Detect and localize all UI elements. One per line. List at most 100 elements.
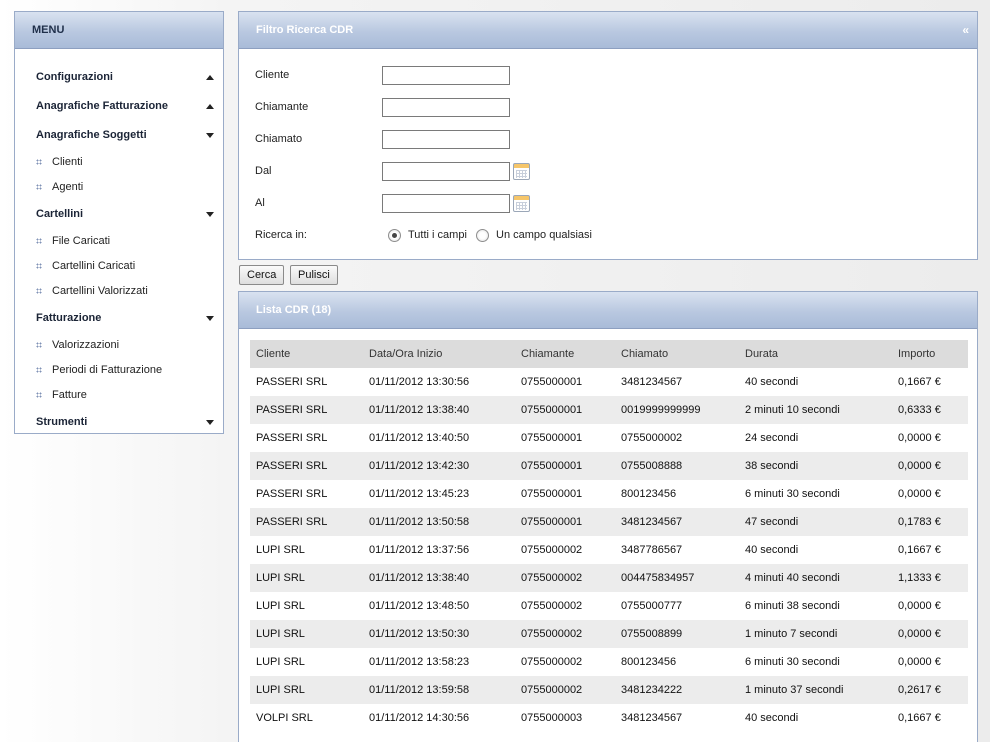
bullet-icon xyxy=(36,159,42,165)
table-cell: 0755000002 xyxy=(521,656,583,668)
table-cell: LUPI SRL xyxy=(250,620,363,648)
calendar-icon[interactable] xyxy=(513,195,530,212)
table-row[interactable]: LUPI SRL 01/11/2012 13:37:56 0755000002 348… xyxy=(250,536,968,564)
column-header-data-ora-inizio[interactable]: Data/Ora Inizio xyxy=(363,340,515,368)
table-cell: PASSERI SRL xyxy=(250,508,363,536)
table-row[interactable]: PASSERI SRL 01/11/2012 13:38:40 0755000001… xyxy=(250,396,968,424)
menu-item-clienti[interactable]: Clienti xyxy=(15,150,223,175)
table-row[interactable]: PASSERI SRL 01/11/2012 13:30:56 0755000001… xyxy=(250,368,968,396)
table-cell: 0755000001 xyxy=(521,488,583,500)
table-cell: 3481234567 xyxy=(615,508,739,536)
bullet-icon xyxy=(36,238,42,244)
radio-un-campo-qualsiasi-label: Un campo qualsiasi xyxy=(496,229,592,241)
filter-panel-header: Filtro Ricerca CDR « xyxy=(239,12,977,49)
column-header-durata[interactable]: Durata xyxy=(739,340,892,368)
table-cell: 6 minuti 30 secondi xyxy=(745,656,840,668)
table-row[interactable]: LUPI SRL 01/11/2012 13:59:58 0755000002 348… xyxy=(250,676,968,704)
menu-item-cartellini-valorizzati[interactable]: Cartellini Valorizzati xyxy=(15,279,223,304)
al-input[interactable] xyxy=(382,194,510,213)
table-cell: 0755000001 xyxy=(521,376,583,388)
table-cell: 0755000002 xyxy=(515,676,615,704)
chiamante-input[interactable] xyxy=(382,98,510,117)
bullet-icon xyxy=(36,342,42,348)
table-cell: 01/11/2012 13:58:23 xyxy=(369,656,470,668)
table-row[interactable]: PASSERI SRL 01/11/2012 13:45:23 0755000001… xyxy=(250,480,968,508)
chiamato-input[interactable] xyxy=(382,130,510,149)
cdr-list-panel: Lista CDR (18) Cliente Data/Ora Inizio Chi… xyxy=(238,291,978,742)
cliente-input[interactable] xyxy=(382,66,510,85)
table-cell: 0019999999999 xyxy=(615,396,739,424)
column-header-cliente[interactable]: Cliente xyxy=(250,340,363,368)
menu-item-cartellini-caricati[interactable]: Cartellini Caricati xyxy=(15,254,223,279)
table-cell: 0,0000 € xyxy=(892,452,968,480)
menu-group-cartellini[interactable]: Cartellini xyxy=(15,200,223,229)
menu-group-anagrafiche-soggetti[interactable]: Anagrafiche Soggetti xyxy=(15,121,223,150)
cliente-row: Cliente xyxy=(255,66,955,86)
cdr-table: Cliente Data/Ora Inizio Chiamante Chiamato D… xyxy=(250,340,968,732)
table-cell: 01/11/2012 13:37:56 xyxy=(369,544,470,556)
table-row[interactable]: LUPI SRL 01/11/2012 13:50:30 0755000002 075… xyxy=(250,620,968,648)
menu-item-periodi-di-fatturazione[interactable]: Periodi di Fatturazione xyxy=(15,358,223,383)
clear-button[interactable]: Pulisci xyxy=(290,265,338,285)
search-button[interactable]: Cerca xyxy=(239,265,285,285)
table-cell: 0,0000 € xyxy=(892,620,968,648)
caret-up-icon xyxy=(206,104,214,109)
table-cell: 0755000003 xyxy=(521,712,583,724)
radio-un-campo-qualsiasi[interactable] xyxy=(476,229,489,242)
table-cell: 0755000001 xyxy=(515,508,615,536)
column-header-chiamato[interactable]: Chiamato xyxy=(615,340,739,368)
table-cell: 0,1667 € xyxy=(898,376,941,388)
table-row[interactable]: LUPI SRL 01/11/2012 13:38:40 0755000002 004… xyxy=(250,564,968,592)
menu-item-label: Fatture xyxy=(52,389,87,401)
table-cell: 1,1333 € xyxy=(892,564,968,592)
table-row[interactable]: VOLPI SRL 01/11/2012 14:30:56 0755000003 34… xyxy=(250,704,968,732)
table-cell: 01/11/2012 13:30:56 xyxy=(369,376,470,388)
menu-item-label: Valorizzazioni xyxy=(52,339,120,351)
bullet-icon xyxy=(36,288,42,294)
table-cell: 0,1667 € xyxy=(898,712,941,724)
table-row[interactable]: PASSERI SRL 01/11/2012 13:40:50 0755000001… xyxy=(250,424,968,452)
menu-item-agenti[interactable]: Agenti xyxy=(15,175,223,200)
table-cell: 0,0000 € xyxy=(898,600,941,612)
table-cell: 01/11/2012 14:30:56 xyxy=(369,712,470,724)
table-cell: 0,1783 € xyxy=(892,508,968,536)
table-row[interactable]: PASSERI SRL 01/11/2012 13:50:58 0755000001… xyxy=(250,508,968,536)
calendar-icon[interactable] xyxy=(513,163,530,180)
menu-group-label: Anagrafiche Fatturazione xyxy=(36,100,169,112)
column-header-chiamante[interactable]: Chiamante xyxy=(515,340,615,368)
table-row[interactable]: LUPI SRL 01/11/2012 13:58:23 0755000002 800… xyxy=(250,648,968,676)
table-row[interactable]: LUPI SRL 01/11/2012 13:48:50 0755000002 075… xyxy=(250,592,968,620)
menu-group-label: Fatturazione xyxy=(36,312,102,324)
menu-item-fatture[interactable]: Fatture xyxy=(15,383,223,408)
table-cell: 0755000001 xyxy=(521,432,583,444)
collapse-icon[interactable]: « xyxy=(962,12,969,49)
menu-group-strumenti[interactable]: Strumenti xyxy=(15,408,223,437)
table-cell: 40 secondi xyxy=(745,376,799,388)
table-cell: 3481234567 xyxy=(621,376,683,388)
table-cell: PASSERI SRL xyxy=(256,488,328,500)
menu-group-configurazioni[interactable]: Configurazioni xyxy=(15,63,223,92)
table-row[interactable]: PASSERI SRL 01/11/2012 13:42:30 0755000001… xyxy=(250,452,968,480)
menu-group-label: Anagrafiche Soggetti xyxy=(36,129,147,141)
table-cell: 01/11/2012 13:45:23 xyxy=(369,488,470,500)
dal-input[interactable] xyxy=(382,162,510,181)
menu-group-anagrafiche-fatturazione[interactable]: Anagrafiche Fatturazione xyxy=(15,92,223,121)
column-header-importo[interactable]: Importo xyxy=(892,340,968,368)
menu-item-label: Periodi di Fatturazione xyxy=(52,364,163,376)
menu-item-valorizzazioni[interactable]: Valorizzazioni xyxy=(15,333,223,358)
table-cell: 47 secondi xyxy=(739,508,892,536)
table-cell: 0755000002 xyxy=(521,600,583,612)
cliente-label: Cliente xyxy=(255,69,290,81)
menu-item-label: File Caricati xyxy=(52,235,111,247)
menu-item-file-caricati[interactable]: File Caricati xyxy=(15,229,223,254)
table-header-row: Cliente Data/Ora Inizio Chiamante Chiamato D… xyxy=(250,340,968,368)
radio-tutti-i-campi[interactable] xyxy=(388,229,401,242)
menu-group-fatturazione[interactable]: Fatturazione xyxy=(15,304,223,333)
caret-down-icon xyxy=(206,212,214,217)
caret-up-icon xyxy=(206,75,214,80)
table-cell: 01/11/2012 13:50:58 xyxy=(363,508,515,536)
chiamato-row: Chiamato xyxy=(255,130,955,150)
table-cell: 0755008888 xyxy=(615,452,739,480)
menu-group-label: Cartellini xyxy=(36,208,84,220)
filter-panel: Filtro Ricerca CDR « Cliente Chiamante C… xyxy=(238,11,978,260)
